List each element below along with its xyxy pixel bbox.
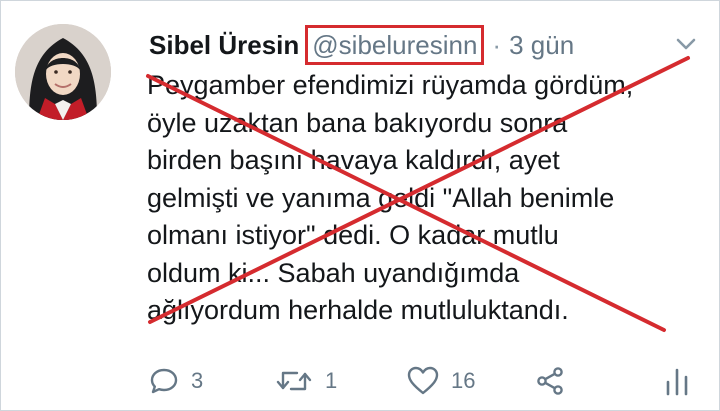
- reply-button[interactable]: 3: [149, 363, 203, 399]
- analytics-icon: [666, 368, 688, 396]
- handle-highlight-box: @sibeluresinn: [305, 25, 485, 65]
- like-button[interactable]: 16: [407, 363, 475, 399]
- reply-count: 3: [191, 368, 204, 393]
- tweet-header: Sibel Üresin @sibeluresinn · 3 gün: [149, 25, 574, 65]
- retweet-icon: [276, 371, 312, 391]
- tweet-actions: 3 1 16: [149, 363, 694, 399]
- tweet-card: Sibel Üresin @sibeluresinn · 3 gün Peyga…: [0, 0, 720, 411]
- tweet-timestamp[interactable]: 3 gün: [509, 30, 574, 61]
- like-count: 16: [451, 368, 476, 393]
- retweet-button[interactable]: 1: [275, 363, 337, 399]
- author-name[interactable]: Sibel Üresin: [149, 30, 299, 61]
- avatar[interactable]: [15, 24, 111, 120]
- retweet-count: 1: [325, 368, 338, 393]
- tweet-text-line: birden başını havaya kaldırdı, ayet: [147, 145, 560, 175]
- tweet-text-line: öyle uzaktan bana bakıyordu sonra: [147, 107, 568, 138]
- tweet-text-line: ağlıyordum herhalde mutluluktandı.: [147, 295, 569, 325]
- avatar-photo: [15, 24, 111, 120]
- reply-icon: [150, 368, 178, 394]
- analytics-button[interactable]: [664, 363, 690, 399]
- author-handle[interactable]: @sibeluresinn: [312, 30, 477, 61]
- share-button[interactable]: [535, 363, 565, 399]
- tweet-text-line: oldum ki... Sabah uyandığımda: [147, 257, 520, 288]
- tweet-text-line: gelmişti ve yanıma geldi "Allah benimle: [147, 182, 615, 213]
- tweet-text: Peygamber efendimizi rüyamda gördüm, öyl…: [147, 67, 702, 330]
- separator-dot: ·: [492, 29, 502, 60]
- chevron-down-icon[interactable]: [675, 33, 697, 55]
- tweet-text-line: Peygamber efendimizi rüyamda gördüm,: [147, 70, 634, 100]
- share-icon: [537, 367, 563, 395]
- tweet-text-line: olmanı istiyor" dedi. O kadar mutlu: [147, 220, 559, 250]
- heart-icon: [407, 366, 439, 395]
